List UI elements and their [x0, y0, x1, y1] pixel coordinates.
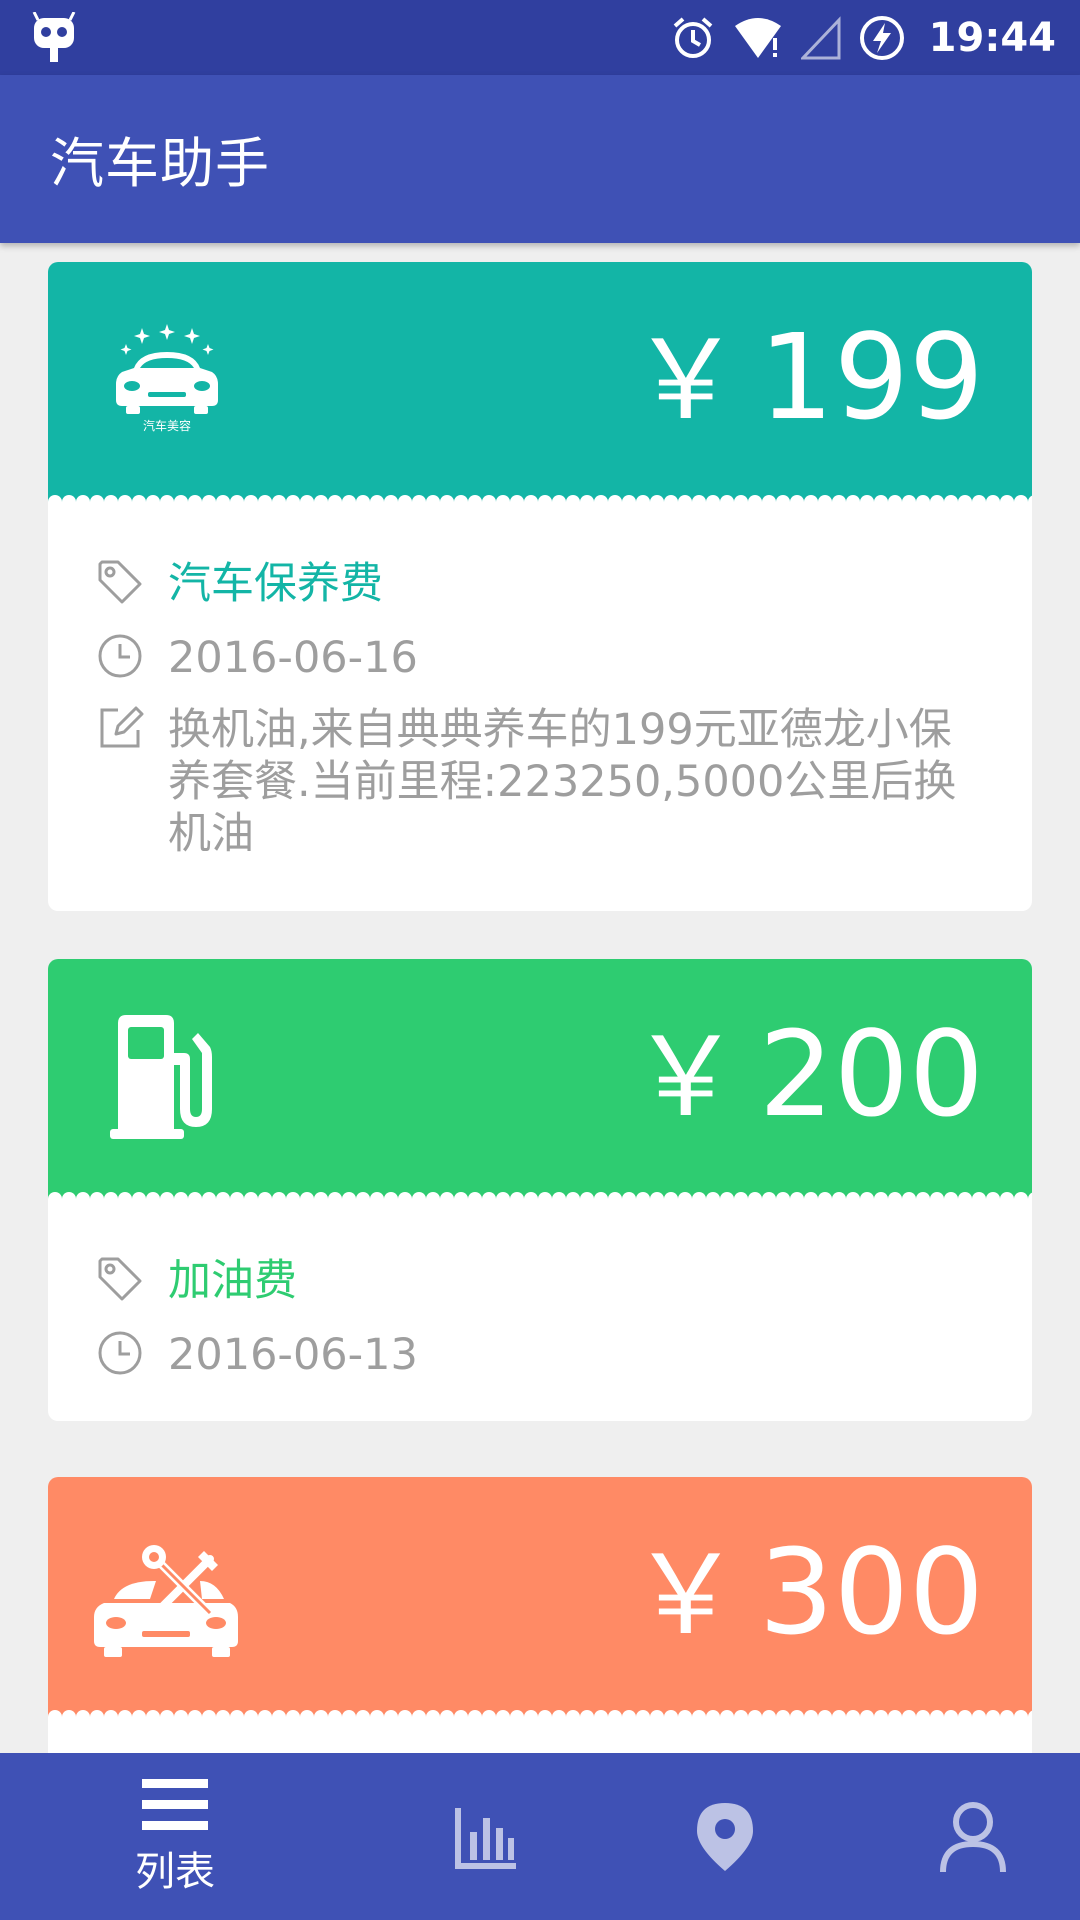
tag-icon	[98, 560, 142, 604]
record-card-header: ￥ 200	[48, 959, 1032, 1199]
record-date: 2016-06-16	[168, 633, 418, 683]
record-list[interactable]: 汽车美容 ￥ 199 汽车保养费 2016-06-16 换机油,来自典典养车的1…	[0, 243, 1080, 1753]
record-date: 2016-06-13	[168, 1330, 418, 1380]
record-note: 换机油,来自典典养车的199元亚德龙小保养套餐.当前里程:223250,5000…	[168, 705, 957, 859]
nav-item-location[interactable]	[590, 1753, 860, 1920]
bar-chart-icon	[455, 1807, 516, 1869]
nav-label-list: 列表	[135, 1848, 215, 1895]
nav-item-list[interactable]: 列表	[40, 1753, 310, 1920]
category-row: 汽车保养费	[96, 558, 383, 610]
record-category: 汽车保养费	[168, 559, 383, 609]
status-bar: 19:44	[0, 0, 1080, 75]
app-bar: 汽车助手	[0, 75, 1080, 243]
car-repair-icon	[94, 1545, 238, 1657]
status-time: 19:44	[928, 14, 1056, 61]
edit-note-icon	[100, 706, 144, 748]
alarm-icon	[673, 16, 712, 58]
note-row: 换机油,来自典典养车的199元亚德龙小保养套餐.当前里程:223250,5000…	[96, 704, 988, 860]
nav-item-profile[interactable]	[838, 1753, 1080, 1920]
record-card-header: 汽车美容 ￥ 199	[48, 262, 1032, 502]
bottom-navigation: 列表	[0, 1753, 1080, 1920]
record-amount: ￥ 199	[630, 308, 984, 446]
record-amount: ￥ 300	[630, 1523, 984, 1661]
record-card[interactable]: 汽车美容 ￥ 199 汽车保养费 2016-06-16 换机油,来自典典养车的1…	[48, 262, 1032, 911]
clock-icon	[98, 1331, 142, 1375]
record-category: 加油费	[168, 1256, 297, 1306]
record-card[interactable]: ￥ 300	[48, 1477, 1032, 1753]
date-row: 2016-06-16	[96, 632, 418, 684]
date-row: 2016-06-13	[96, 1329, 418, 1381]
scallop-edge	[48, 488, 1032, 502]
wifi-icon	[734, 17, 781, 58]
record-card-header: ￥ 300	[48, 1477, 1032, 1717]
tag-icon	[98, 1257, 142, 1301]
category-row: 加油费	[96, 1255, 297, 1307]
battery-charging-icon	[859, 15, 904, 60]
icon-caption: 汽车美容	[143, 418, 191, 432]
person-icon	[940, 1801, 1006, 1872]
fuel-pump-icon	[110, 1015, 212, 1139]
scallop-edge	[48, 1185, 1032, 1199]
signal-icon	[800, 15, 841, 59]
record-card[interactable]: ￥ 200 加油费 2016-06-13	[48, 959, 1032, 1421]
location-pin-icon	[697, 1802, 753, 1871]
list-icon	[142, 1778, 208, 1830]
clock-icon	[98, 634, 142, 678]
page-title: 汽车助手	[50, 132, 270, 195]
car-beauty-icon: 汽车美容	[116, 324, 218, 432]
nav-item-statistics[interactable]	[352, 1753, 622, 1920]
scallop-edge	[48, 1703, 1032, 1717]
android-icon	[32, 12, 76, 62]
record-amount: ￥ 200	[630, 1005, 984, 1143]
